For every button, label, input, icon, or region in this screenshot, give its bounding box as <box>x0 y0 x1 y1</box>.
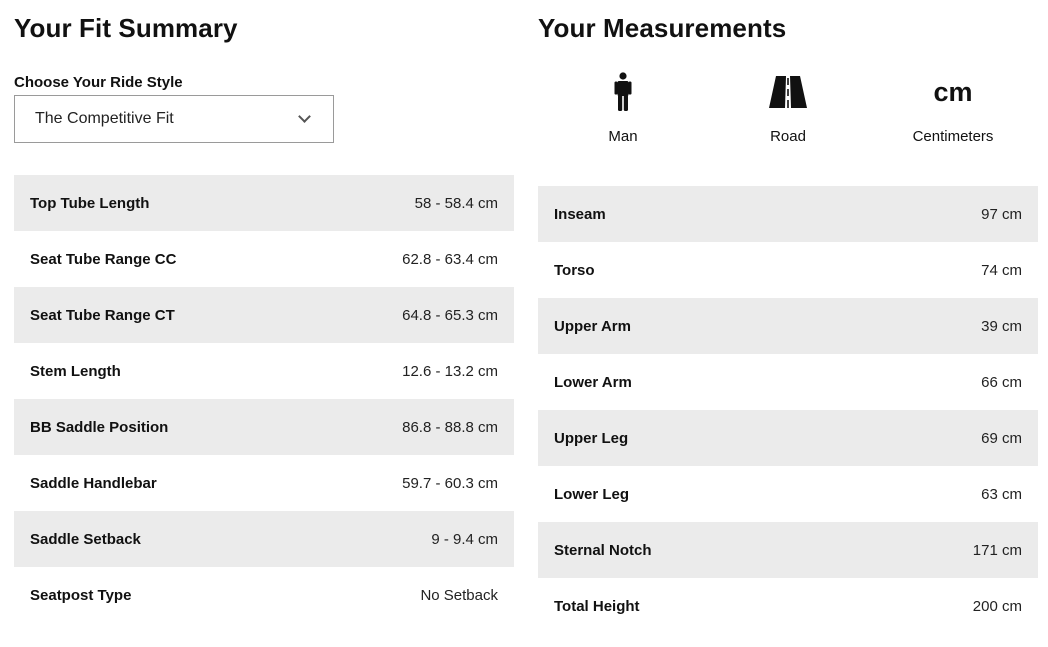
unit-bike-type-label: Road <box>770 128 806 145</box>
row-label: Upper Arm <box>554 317 631 335</box>
row-label: Stem Length <box>30 362 121 380</box>
row-label: Lower Arm <box>554 373 632 391</box>
fit-summary-panel: Your Fit Summary Choose Your Ride Style … <box>14 0 514 604</box>
table-row: Seat Tube Range CC 62.8 - 63.4 cm <box>14 231 514 287</box>
row-value: 64.8 - 65.3 cm <box>402 306 498 324</box>
measurements-title: Your Measurements <box>538 13 787 43</box>
row-label: Sternal Notch <box>554 541 652 559</box>
cm-glyph: cm <box>933 77 973 107</box>
row-label: Lower Leg <box>554 485 630 503</box>
ride-style-selected-value: The Competitive Fit <box>35 110 174 127</box>
table-row: Top Tube Length 58 - 58.4 cm <box>14 175 514 231</box>
table-row: Upper Arm 39 cm <box>538 298 1038 354</box>
unit-gender-label: Man <box>608 128 638 145</box>
row-label: Saddle Handlebar <box>30 474 157 492</box>
row-value: 58 - 58.4 cm <box>414 194 498 212</box>
row-label: Seatpost Type <box>30 586 132 604</box>
row-value: 62.8 - 63.4 cm <box>402 250 498 268</box>
row-label: Total Height <box>554 597 640 615</box>
table-row: Saddle Setback 9 - 9.4 cm <box>14 511 514 567</box>
row-label: Seat Tube Range CT <box>30 306 175 324</box>
unit-gender[interactable]: Man <box>563 70 683 145</box>
row-label: Seat Tube Range CC <box>30 250 177 268</box>
fit-summary-title: Your Fit Summary <box>14 13 238 43</box>
table-row: Stem Length 12.6 - 13.2 cm <box>14 343 514 399</box>
row-value: 171 cm <box>972 541 1022 559</box>
table-row: Seatpost Type No Setback <box>14 567 514 623</box>
table-row: Saddle Handlebar 59.7 - 60.3 cm <box>14 455 514 511</box>
row-value: 74 cm <box>981 261 1022 279</box>
row-label: Saddle Setback <box>30 530 141 548</box>
row-value: 66 cm <box>981 373 1022 391</box>
measurement-units: Man Road cm Centimeters <box>538 70 1038 150</box>
row-value: 97 cm <box>981 205 1022 223</box>
unit-measurement-system[interactable]: cm Centimeters <box>893 70 1013 145</box>
row-value: 59.7 - 60.3 cm <box>402 474 498 492</box>
centimeter-icon: cm <box>893 70 1013 114</box>
table-row: Seat Tube Range CT 64.8 - 65.3 cm <box>14 287 514 343</box>
measurements-panel: Your Measurements Man Road cm Centimeter… <box>538 0 1038 615</box>
row-label: BB Saddle Position <box>30 418 169 436</box>
row-value: 39 cm <box>981 317 1022 335</box>
table-row: Inseam 97 cm <box>538 186 1038 242</box>
table-row: Total Height 200 cm <box>538 578 1038 634</box>
row-label: Top Tube Length <box>30 194 150 212</box>
row-label: Torso <box>554 261 595 279</box>
row-label: Upper Leg <box>554 429 629 447</box>
table-row: Upper Leg 69 cm <box>538 410 1038 466</box>
table-row: Sternal Notch 171 cm <box>538 522 1038 578</box>
row-value: 63 cm <box>981 485 1022 503</box>
ride-style-select[interactable]: The Competitive Fit <box>14 95 334 143</box>
row-value: 200 cm <box>972 597 1022 615</box>
unit-bike-type[interactable]: Road <box>728 70 848 145</box>
row-label: Inseam <box>554 205 606 223</box>
measurements-table: Inseam 97 cm Torso 74 cm Upper Arm 39 cm… <box>538 186 1038 634</box>
row-value: 12.6 - 13.2 cm <box>402 362 498 380</box>
man-icon <box>563 70 683 114</box>
unit-measurement-system-label: Centimeters <box>912 128 994 145</box>
table-row: Lower Leg 63 cm <box>538 466 1038 522</box>
fit-summary-table: Top Tube Length 58 - 58.4 cm Seat Tube R… <box>14 175 514 623</box>
chevron-down-icon <box>298 110 311 123</box>
row-value: 86.8 - 88.8 cm <box>402 418 498 436</box>
row-value: 9 - 9.4 cm <box>431 530 498 548</box>
table-row: BB Saddle Position 86.8 - 88.8 cm <box>14 399 514 455</box>
table-row: Torso 74 cm <box>538 242 1038 298</box>
row-value: No Setback <box>420 586 498 604</box>
table-row: Lower Arm 66 cm <box>538 354 1038 410</box>
ride-style-label: Choose Your Ride Style <box>14 74 183 91</box>
road-icon <box>728 70 848 114</box>
row-value: 69 cm <box>981 429 1022 447</box>
